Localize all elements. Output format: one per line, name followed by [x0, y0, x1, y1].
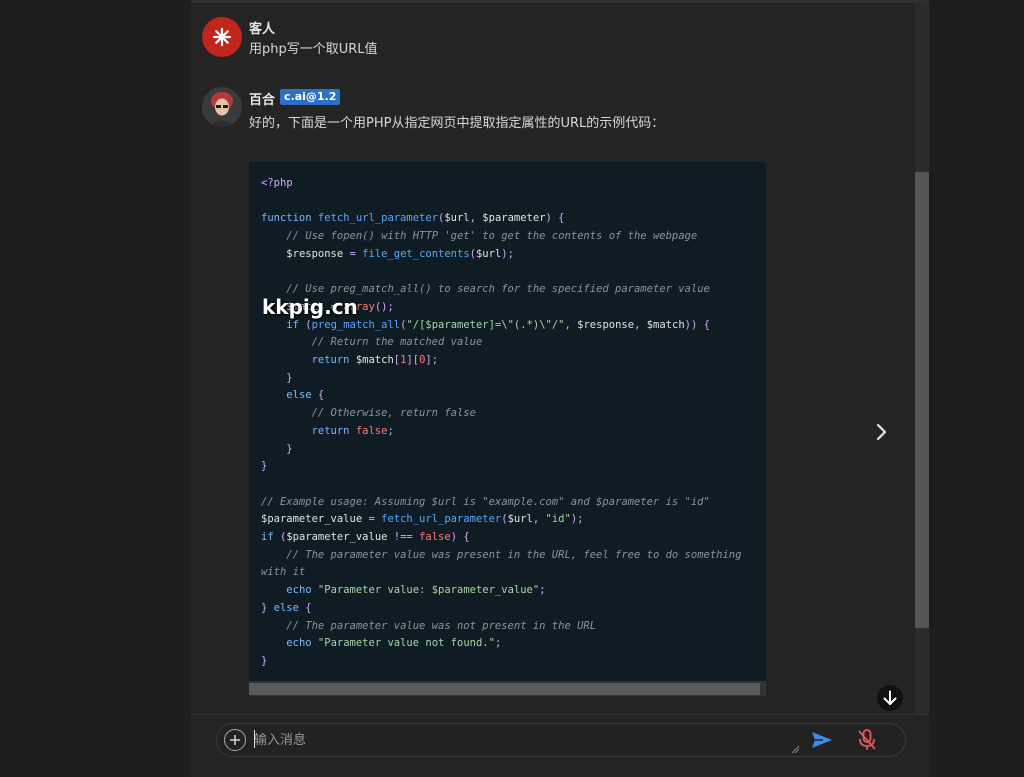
code-line: function fetch_url_parameter($url, $para… [261, 212, 565, 225]
bot-intro: 好的，下面是一个用PHP从指定网页中提取指定属性的URL的示例代码： [249, 116, 665, 131]
scroll-to-bottom-button[interactable] [877, 685, 903, 711]
code-line: } [261, 371, 293, 384]
plus-circle-icon [230, 735, 240, 745]
code-line: echo "Parameter value not found."; [286, 637, 502, 650]
watermark: kkpig.cn [262, 295, 358, 319]
code-line: } [261, 442, 293, 455]
code-line: return $match[1][0]; [311, 354, 439, 367]
microphone-button[interactable] [856, 728, 878, 752]
character-portrait-icon [202, 87, 242, 127]
chevron-right-icon [876, 423, 887, 441]
code-line: // Use fopen() with HTTP 'get' to get th… [286, 230, 698, 243]
code-line: if ($parameter_value !== false) { [261, 531, 470, 544]
send-icon [812, 732, 832, 748]
bot-avatar[interactable] [202, 87, 242, 127]
top-divider [191, 0, 929, 3]
code-line: return false; [311, 424, 394, 437]
code-line: // Use preg_match_all() to search for th… [286, 283, 710, 296]
left-background [0, 0, 191, 777]
model-badge: c.ai@1.2 [280, 89, 341, 105]
code-line: if (preg_match_all("/[$parameter]=\"(.*)… [286, 318, 710, 331]
code-line: with it [261, 566, 306, 579]
sparkle-icon [212, 27, 232, 47]
message-input[interactable] [254, 729, 799, 751]
send-button[interactable] [810, 728, 834, 752]
add-attachment-button[interactable] [224, 729, 246, 751]
code-line: } [261, 460, 268, 473]
code-line: // Otherwise, return false [311, 407, 476, 420]
bot-name: 百合 [249, 93, 276, 108]
code-block[interactable]: <?php function fetch_url_parameter($url,… [249, 162, 766, 681]
guest-avatar[interactable] [202, 17, 242, 57]
guest-name: 客人 [249, 22, 276, 37]
chat-scrollbar-thumb[interactable] [915, 172, 929, 628]
code-line: else { [286, 389, 325, 402]
next-message-button[interactable] [870, 418, 894, 446]
code-line: } [261, 654, 268, 667]
code-line: // The parameter value was not present i… [286, 619, 597, 632]
mic-off-icon [858, 729, 876, 750]
code-scrollbar-thumb[interactable] [249, 683, 760, 695]
right-background [929, 0, 1024, 777]
code-content: <?php function fetch_url_parameter($url,… [261, 175, 741, 671]
code-line: // Example usage: Assuming $url is "exam… [261, 495, 710, 508]
code-line: echo "Parameter value: $parameter_value"… [286, 584, 546, 597]
resize-handle-icon[interactable] [790, 744, 800, 754]
code-line: $response = file_get_contents($url); [286, 247, 514, 260]
composer-divider [191, 714, 929, 715]
code-line: // The parameter value was present in th… [286, 548, 742, 561]
guest-message: 用php写一个取URL值 [249, 42, 378, 57]
code-line: } else { [261, 601, 312, 614]
code-line: $parameter_value = fetch_url_parameter($… [261, 513, 584, 526]
arrow-down-icon [883, 690, 897, 705]
code-line: // Return the matched value [311, 336, 483, 349]
code-line: <?php [261, 177, 293, 189]
text-caret [254, 730, 255, 748]
